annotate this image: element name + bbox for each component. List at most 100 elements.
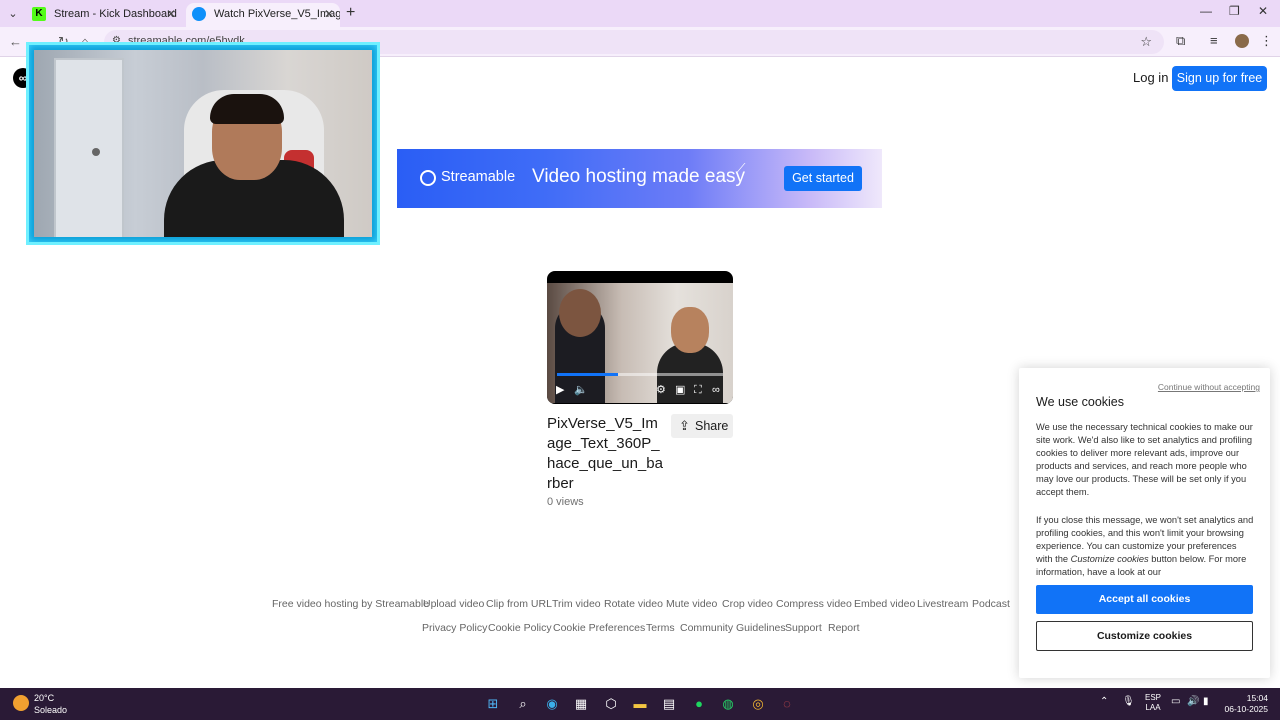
app-icon[interactable]: ◌ <box>778 695 796 713</box>
extensions-icon[interactable]: ⧉ <box>1176 33 1185 49</box>
tab-search-icon[interactable]: ⌄ <box>4 5 22 23</box>
footer-link[interactable]: Report <box>828 622 860 634</box>
webcam-background <box>54 58 124 237</box>
promo-banner[interactable]: Streamable Video hosting made easy ⟋ Get… <box>397 149 882 208</box>
weather-temperature[interactable]: 20°C <box>34 693 54 703</box>
clock-date: 06-10-2025 <box>1224 704 1268 714</box>
clock-time: 15:04 <box>1246 693 1268 703</box>
video-player[interactable]: ▶ 🔈 ⚙ ▣ ⛶ ∞ <box>547 271 733 404</box>
volume-icon[interactable]: 🔈 <box>574 384 588 396</box>
chevron-up-icon[interactable]: ⌃ <box>1100 696 1108 707</box>
kick-favicon-icon: K <box>32 7 46 21</box>
file-explorer-icon[interactable]: ▬ <box>631 695 649 713</box>
webcam-person <box>210 94 284 124</box>
settings-icon[interactable]: ⚙ <box>656 384 666 396</box>
footer-link[interactable]: Rotate video <box>604 598 663 610</box>
footer-link[interactable]: Support <box>785 622 822 634</box>
streamable-logo-icon <box>420 170 436 186</box>
video-figure <box>559 289 601 337</box>
tab-kick-dashboard[interactable]: K Stream - Kick Dashboard ✕ <box>26 3 182 27</box>
menu-icon[interactable]: ⋮ <box>1260 33 1273 49</box>
customize-cookies-button[interactable]: Customize cookies <box>1036 621 1253 651</box>
tab-title: Stream - Kick Dashboard <box>54 8 177 20</box>
cookie-text-emphasis: Customize cookies <box>1070 554 1149 564</box>
search-icon[interactable]: ⌕ <box>514 695 532 713</box>
close-icon[interactable]: ✕ <box>324 3 334 25</box>
weather-description[interactable]: Soleado <box>34 705 67 715</box>
browser-tab-bar: ⌄ K Stream - Kick Dashboard ✕ Watch PixV… <box>0 0 1280 27</box>
cookie-consent-dialog: Continue without accepting We use cookie… <box>1019 368 1270 678</box>
app-icon[interactable]: ⬡ <box>602 695 620 713</box>
share-label: Share <box>695 419 729 433</box>
streamable-logo-icon[interactable]: ∞ <box>712 384 720 396</box>
footer-link[interactable]: Terms <box>646 622 675 634</box>
footer-link[interactable]: Livestream <box>917 598 968 610</box>
footer-link[interactable]: Free video hosting by Streamable <box>272 598 429 610</box>
microphone-icon[interactable]: 🎙 <box>1122 696 1135 707</box>
webcam-feed <box>34 50 372 237</box>
store-icon[interactable]: ▦ <box>572 695 590 713</box>
footer-link[interactable]: Crop video <box>722 598 773 610</box>
video-title: PixVerse_V5_Image_Text_360P_hace_que_un_… <box>547 415 663 492</box>
close-icon[interactable]: ✕ <box>166 3 176 25</box>
system-clock[interactable]: 15:04 06-10-2025 <box>1222 693 1268 715</box>
cookie-paragraph: If you close this message, we won't set … <box>1036 514 1254 579</box>
continue-without-accepting-link[interactable]: Continue without accepting <box>1158 382 1260 392</box>
profile-avatar[interactable] <box>1235 34 1249 48</box>
footer-link[interactable]: Compress video <box>776 598 852 610</box>
window-close-icon[interactable]: ✕ <box>1258 4 1268 18</box>
media-controls-icon[interactable]: ≡ <box>1210 33 1218 48</box>
photos-icon[interactable]: ▤ <box>660 695 678 713</box>
windows-taskbar: 20°C Soleado ⊞ ⌕ ◉ ▦ ⬡ ▬ ▤ ● ◍ ◎ ◌ ⌃ 🎙 E… <box>0 688 1280 720</box>
footer-link[interactable]: Cookie Policy <box>488 622 552 634</box>
language-indicator[interactable]: ESP LAA <box>1145 693 1161 713</box>
banner-brand: Streamable <box>441 169 516 185</box>
chrome-icon[interactable]: ◎ <box>749 695 767 713</box>
lang-layout: LAA <box>1145 703 1161 712</box>
minimize-icon[interactable]: — <box>1200 4 1212 18</box>
footer-link[interactable]: Clip from URL <box>486 598 552 610</box>
tab-title: Watch PixVerse_V5_Image_Text <box>214 8 340 20</box>
login-link[interactable]: Log in <box>1133 70 1168 85</box>
footer-link[interactable]: Community Guidelines <box>680 622 786 634</box>
progress-fill <box>557 373 619 376</box>
tab-streamable-video[interactable]: Watch PixVerse_V5_Image_Text ✕ <box>186 3 340 27</box>
restore-icon[interactable]: ❐ <box>1229 4 1240 18</box>
new-tab-icon[interactable]: + <box>346 4 355 22</box>
cookie-title: We use cookies <box>1036 395 1125 409</box>
spotify-icon[interactable]: ● <box>690 695 708 713</box>
banner-tagline: Video hosting made easy <box>532 166 746 187</box>
footer-link[interactable]: Embed video <box>854 598 915 610</box>
share-button[interactable]: ⇪ Share <box>671 414 733 438</box>
footer-link[interactable]: Cookie Preferences <box>553 622 645 634</box>
accept-all-cookies-button[interactable]: Accept all cookies <box>1036 585 1253 614</box>
edge-icon[interactable]: ◉ <box>543 695 561 713</box>
cookie-paragraph: We use the necessary technical cookies t… <box>1036 422 1253 497</box>
back-icon[interactable]: ← <box>9 34 22 49</box>
footer-link[interactable]: Podcast <box>972 598 1010 610</box>
streamable-favicon-icon <box>192 7 206 21</box>
battery-icon[interactable]: ▮ <box>1203 696 1209 707</box>
progress-bar[interactable] <box>557 373 723 376</box>
view-count: 0 views <box>547 496 584 508</box>
footer-link[interactable]: Trim video <box>552 598 601 610</box>
fullscreen-icon[interactable]: ⛶ <box>694 384 702 396</box>
footer-link[interactable]: Mute video <box>666 598 717 610</box>
bookmark-star-icon[interactable]: ☆ <box>1140 34 1152 50</box>
volume-icon[interactable]: 🔊 <box>1187 696 1199 707</box>
footer-link[interactable]: Upload video <box>423 598 484 610</box>
weather-sun-icon[interactable] <box>13 695 29 711</box>
video-figure <box>671 307 709 353</box>
webcam-background <box>92 148 100 156</box>
get-started-button[interactable]: Get started <box>784 166 862 191</box>
play-icon[interactable]: ▶ <box>556 384 564 396</box>
whatsapp-icon[interactable]: ◍ <box>719 695 737 713</box>
picture-in-picture-icon[interactable]: ▣ <box>675 384 685 396</box>
webcam-overlay <box>26 42 380 245</box>
start-icon[interactable]: ⊞ <box>484 695 502 713</box>
network-icon[interactable]: ▭ <box>1171 696 1180 707</box>
footer-link[interactable]: Privacy Policy <box>422 622 487 634</box>
lang-code: ESP <box>1145 693 1162 702</box>
share-icon: ⇪ <box>679 418 690 433</box>
signup-button[interactable]: Sign up for free <box>1172 66 1267 91</box>
